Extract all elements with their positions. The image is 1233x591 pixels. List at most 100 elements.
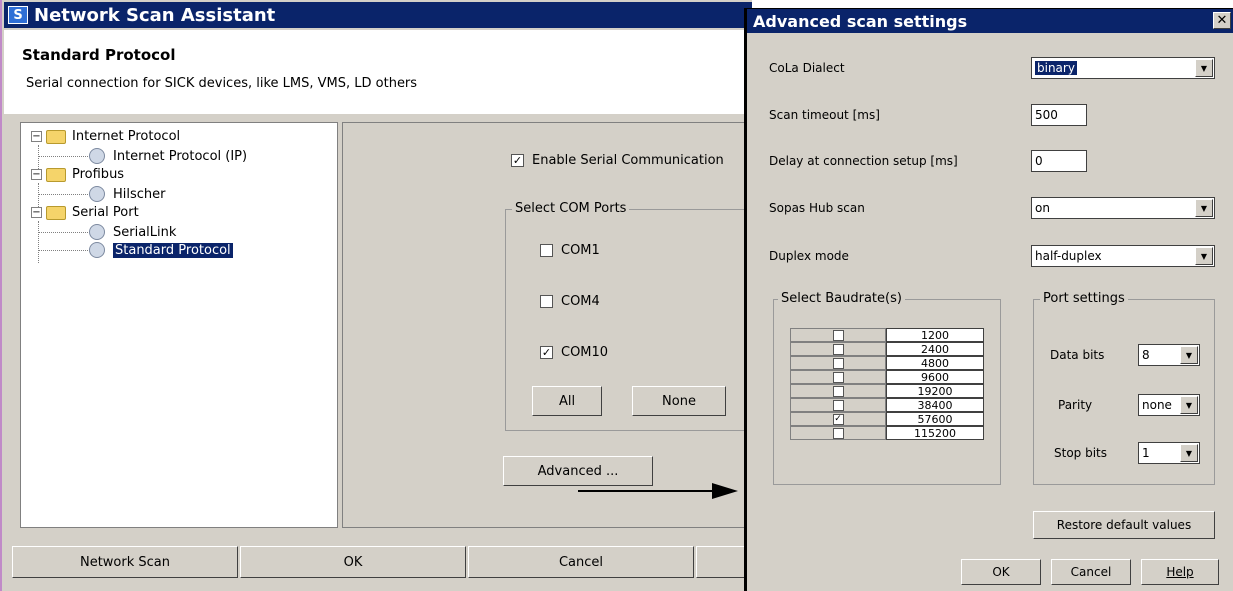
scan-timeout-input[interactable]: 500	[1031, 104, 1087, 126]
protocol-header: Standard Protocol Serial connection for …	[4, 30, 752, 114]
baudrate-row[interactable]: 1200	[790, 328, 986, 342]
protocol-subtitle: Serial connection for SICK devices, like…	[26, 76, 418, 91]
main-window-title: Network Scan Assistant	[34, 4, 276, 26]
baudrate-checkbox[interactable]	[790, 328, 886, 342]
baudrate-checkbox[interactable]	[790, 398, 886, 412]
baudrate-row[interactable]: ✓ 57600	[790, 412, 986, 426]
tree-line	[38, 156, 88, 157]
collapse-icon[interactable]: −	[31, 131, 42, 142]
tree-item-internet-protocol-ip[interactable]: Internet Protocol (IP)	[89, 148, 247, 164]
checkbox-icon[interactable]	[832, 371, 844, 383]
baudrate-row[interactable]: 4800	[790, 356, 986, 370]
tree-item-label: Serial Port	[72, 205, 139, 220]
data-bits-label: Data bits	[1050, 348, 1105, 362]
parity-select[interactable]: none ▼	[1138, 394, 1200, 416]
checkbox-checked-icon[interactable]: ✓	[540, 346, 553, 359]
baudrate-row[interactable]: 115200	[790, 426, 986, 440]
checkbox-checked-icon[interactable]: ✓	[511, 154, 524, 167]
advanced-scan-settings-dialog: Advanced scan settings ✕ CoLa Dialect bi…	[744, 8, 1233, 591]
tree-item-standard-protocol[interactable]: Standard Protocol	[89, 242, 233, 258]
delay-input[interactable]: 0	[1031, 150, 1087, 172]
all-button[interactable]: All	[532, 386, 602, 416]
sopas-hub-value: on	[1035, 201, 1050, 215]
checkbox-icon[interactable]	[832, 329, 844, 341]
dropdown-arrow-icon[interactable]: ▼	[1180, 444, 1198, 462]
dialog-ok-button[interactable]: OK	[961, 559, 1041, 585]
dropdown-arrow-icon[interactable]: ▼	[1195, 199, 1213, 217]
stop-bits-label: Stop bits	[1054, 446, 1108, 460]
tree-item-label: SerialLink	[113, 224, 177, 240]
enable-serial-checkbox[interactable]: ✓ Enable Serial Communication	[511, 153, 724, 168]
baudrate-checkbox[interactable]	[790, 384, 886, 398]
baudrate-row[interactable]: 2400	[790, 342, 986, 356]
tree-line	[38, 221, 39, 263]
stop-bits-select[interactable]: 1 ▼	[1138, 442, 1200, 464]
dialog-cancel-button[interactable]: Cancel	[1051, 559, 1131, 585]
dropdown-arrow-icon[interactable]: ▼	[1180, 346, 1198, 364]
checkbox-icon[interactable]	[832, 427, 844, 439]
protocol-tree: − Internet Protocol Internet Protocol (I…	[20, 122, 338, 528]
collapse-icon[interactable]: −	[31, 207, 42, 218]
network-scan-window: S Network Scan Assistant Standard Protoc…	[0, 0, 756, 591]
cola-dialect-select[interactable]: binary ▼	[1031, 57, 1215, 79]
checkbox-checked-icon[interactable]: ✓	[832, 413, 844, 425]
cancel-button[interactable]: Cancel	[468, 546, 694, 578]
collapse-icon[interactable]: −	[31, 169, 42, 180]
folder-icon	[46, 129, 66, 144]
tree-item-serial-port[interactable]: − Serial Port	[31, 205, 139, 220]
baudrate-row[interactable]: 38400	[790, 398, 986, 412]
com-port-label: COM4	[561, 294, 600, 309]
sopas-hub-select[interactable]: on ▼	[1031, 197, 1215, 219]
baudrate-checkbox[interactable]	[790, 342, 886, 356]
none-button[interactable]: None	[632, 386, 726, 416]
tree-line	[38, 183, 39, 207]
restore-defaults-button[interactable]: Restore default values	[1033, 511, 1215, 539]
com-ports-group: Select COM Ports COM1 COM4 ✓ COM10 All N…	[505, 201, 755, 431]
baudrate-checkbox[interactable]: ✓	[790, 412, 886, 426]
tree-item-hilscher[interactable]: Hilscher	[89, 186, 166, 202]
baudrate-checkbox[interactable]	[790, 356, 886, 370]
sopas-hub-label: Sopas Hub scan	[769, 201, 865, 215]
baudrate-value: 1200	[886, 328, 984, 342]
checkbox-icon[interactable]	[832, 343, 844, 355]
tree-item-internet-protocol[interactable]: − Internet Protocol	[31, 129, 180, 144]
checkbox-icon[interactable]	[832, 357, 844, 369]
data-bits-select[interactable]: 8 ▼	[1138, 344, 1200, 366]
tree-item-profibus[interactable]: − Profibus	[31, 167, 124, 182]
dropdown-arrow-icon[interactable]: ▼	[1195, 59, 1213, 77]
dropdown-arrow-icon[interactable]: ▼	[1180, 396, 1198, 414]
parity-label: Parity	[1058, 398, 1093, 412]
checkbox-icon[interactable]	[832, 399, 844, 411]
tree-line	[38, 232, 88, 233]
tree-item-label: Hilscher	[113, 186, 166, 202]
cola-dialect-value: binary	[1035, 61, 1077, 75]
tree-item-seriallink[interactable]: SerialLink	[89, 224, 176, 240]
protocol-settings-panel: ✓ Enable Serial Communication Select COM…	[342, 122, 755, 528]
ok-button[interactable]: OK	[240, 546, 466, 578]
duplex-select[interactable]: half-duplex ▼	[1031, 245, 1215, 267]
baudrate-group: Select Baudrate(s) 1200 2400 4800 9600 1…	[773, 291, 1001, 485]
baudrate-value: 9600	[886, 370, 984, 384]
dialog-help-button[interactable]: Help	[1141, 559, 1219, 585]
baudrate-checkbox[interactable]	[790, 426, 886, 440]
delay-label: Delay at connection setup [ms]	[769, 154, 958, 168]
protocol-icon	[89, 242, 105, 258]
com1-checkbox[interactable]: COM1	[540, 243, 600, 258]
baudrate-row[interactable]: 9600	[790, 370, 986, 384]
port-settings-group-title: Port settings	[1040, 291, 1128, 306]
checkbox-icon[interactable]	[832, 385, 844, 397]
dropdown-arrow-icon[interactable]: ▼	[1195, 247, 1213, 265]
advanced-button[interactable]: Advanced ...	[503, 456, 653, 486]
advanced-titlebar: Advanced scan settings ✕	[747, 9, 1233, 33]
com-port-label: COM1	[561, 243, 600, 258]
baudrate-row[interactable]: 19200	[790, 384, 986, 398]
baudrate-value: 38400	[886, 398, 984, 412]
com10-checkbox[interactable]: ✓ COM10	[540, 345, 608, 360]
network-scan-button[interactable]: Network Scan	[12, 546, 238, 578]
checkbox-icon[interactable]	[540, 295, 553, 308]
checkbox-icon[interactable]	[540, 244, 553, 257]
close-icon[interactable]: ✕	[1213, 12, 1231, 29]
duplex-label: Duplex mode	[769, 249, 849, 263]
baudrate-checkbox[interactable]	[790, 370, 886, 384]
com4-checkbox[interactable]: COM4	[540, 294, 600, 309]
